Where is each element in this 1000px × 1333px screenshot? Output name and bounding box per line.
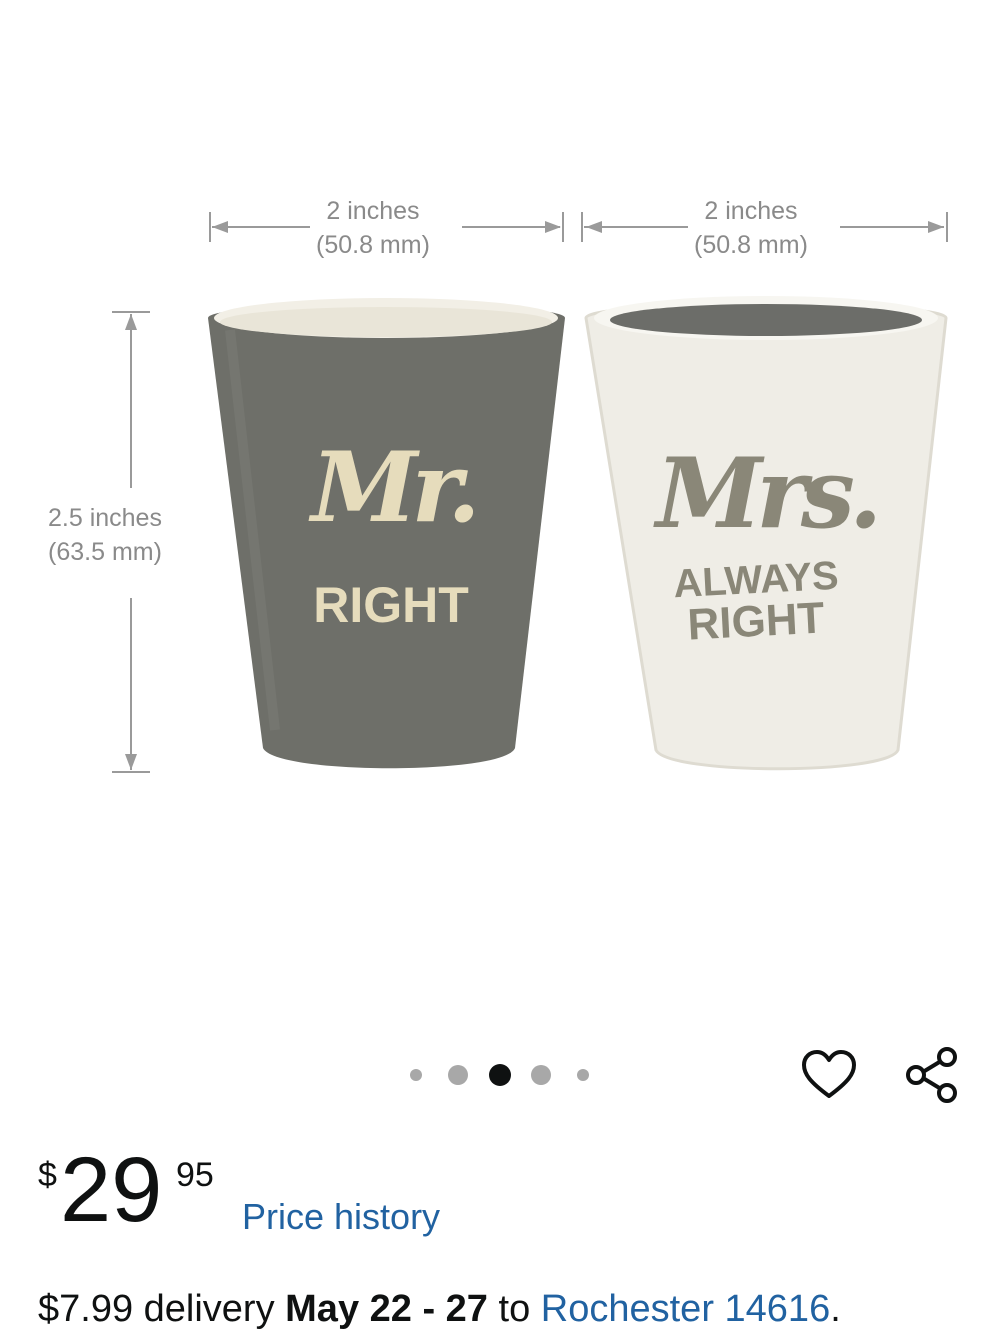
price-block: $ 29 95 Price history (36, 1138, 736, 1238)
delivery-info: $7.99 delivery May 22 - 27 to Rochester … (38, 1288, 841, 1331)
carousel-dot-1[interactable] (410, 1069, 422, 1081)
product-image[interactable]: 2 inches (50.8 mm) 2 inches (50.8 mm) 2.… (0, 0, 1000, 1040)
price-history-link[interactable]: Price history (242, 1196, 440, 1238)
delivery-fee: $7.99 delivery (38, 1288, 275, 1330)
price-currency-symbol: $ (38, 1156, 57, 1194)
heart-outline-icon (802, 1050, 856, 1098)
carousel-dot-2[interactable] (448, 1065, 468, 1085)
image-carousel-dots[interactable] (400, 1058, 600, 1092)
price-fraction: 95 (176, 1156, 214, 1194)
width-label-right: 2 inches (50.8 mm) (694, 197, 808, 259)
mrs-script-text: Mrs. (656, 437, 882, 550)
price-whole: 29 (60, 1139, 163, 1241)
delivery-date: May 22 - 27 (285, 1288, 488, 1330)
right-text-left-cup: RIGHT (313, 577, 469, 633)
share-icon (906, 1047, 957, 1103)
share-button[interactable] (902, 1044, 964, 1106)
carousel-dot-4[interactable] (531, 1065, 551, 1085)
carousel-dot-3-active[interactable] (489, 1064, 511, 1086)
width-label-left: 2 inches (50.8 mm) (316, 197, 430, 259)
carousel-dot-5[interactable] (577, 1069, 589, 1081)
delivery-location-link[interactable]: Rochester 14616 (541, 1288, 830, 1330)
delivery-period: . (830, 1288, 841, 1330)
delivery-to: to (498, 1288, 531, 1330)
mr-script-text: Mr. (311, 431, 480, 544)
height-label: 2.5 inches (63.5 mm) (48, 504, 162, 566)
wishlist-button[interactable] (800, 1046, 858, 1104)
